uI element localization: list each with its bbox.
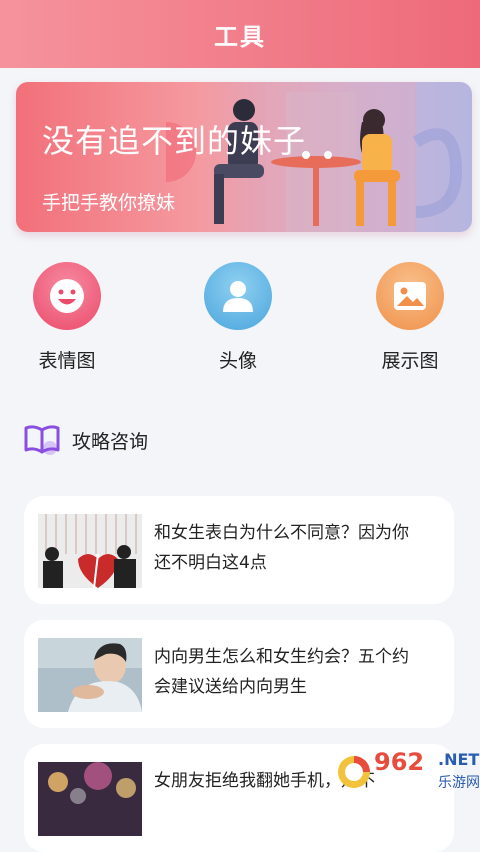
smiley-icon [33, 262, 101, 330]
book-icon [24, 425, 60, 455]
article-thumbnail [38, 514, 142, 588]
tool-avatar[interactable]: 头像 [178, 262, 298, 373]
article-title: 内向男生怎么和女生约会？五个约会建议送给内向男生 [154, 647, 409, 697]
banner-title: 没有追不到的妹子 [42, 122, 307, 160]
article-thumbnail [38, 762, 142, 836]
watermark-number: 962 [374, 748, 425, 776]
tool-label: 头像 [218, 350, 257, 372]
tool-emoji[interactable]: 表情图 [7, 262, 127, 373]
section-header: 攻略咨询 [24, 424, 148, 456]
page-title: 工具 [214, 22, 266, 51]
article-card[interactable]: 内向男生怎么和女生约会？五个约会建议送给内向男生 [24, 620, 454, 728]
section-title: 攻略咨询 [72, 430, 149, 453]
watermark-site: 乐游网 [438, 775, 480, 791]
article-title: 和女生表白为什么不同意？因为你还不明白这4点 [154, 523, 409, 573]
banner-subtitle: 手把手教你撩妹 [42, 192, 176, 214]
tool-label: 展示图 [381, 350, 439, 372]
site-watermark: 962 .NET 乐游网 [332, 744, 480, 800]
tool-showcase[interactable]: 展示图 [350, 262, 470, 373]
watermark-suffix: .NET [438, 750, 480, 769]
user-icon [204, 262, 272, 330]
article-card[interactable]: 和女生表白为什么不同意？因为你还不明白这4点 [24, 496, 454, 604]
promo-banner[interactable]: 没有追不到的妹子 手把手教你撩妹 [16, 82, 472, 232]
app-header: 工具 [0, 0, 480, 68]
tool-label: 表情图 [38, 350, 96, 372]
picture-icon [376, 262, 444, 330]
article-thumbnail [38, 638, 142, 712]
watermark-logo-icon [338, 756, 370, 788]
